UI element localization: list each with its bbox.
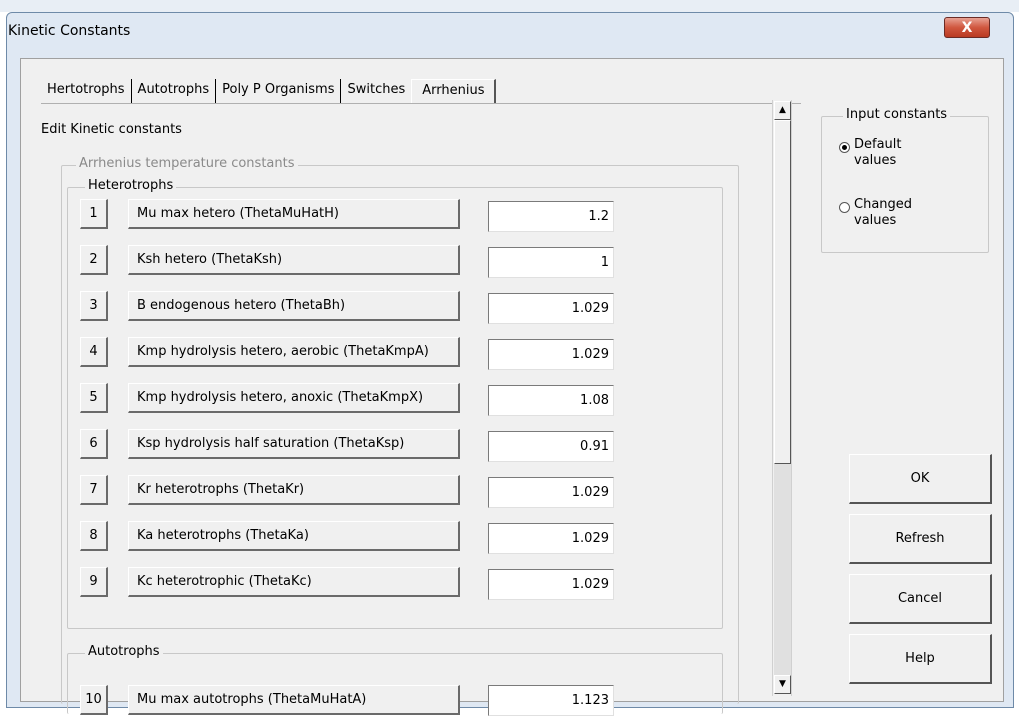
constant-value-field[interactable]: 1.2: [488, 201, 614, 232]
row-number-button[interactable]: 1: [80, 199, 108, 229]
default-values-radio[interactable]: [839, 142, 850, 153]
tab-autotrophs[interactable]: Autotrophs: [132, 79, 217, 103]
arrhenius-group-label: Arrhenius temperature constants: [76, 156, 298, 171]
default-values-option[interactable]: Default values: [839, 137, 902, 169]
scroll-thumb[interactable]: [774, 120, 791, 464]
row-number-button[interactable]: 7: [80, 475, 108, 505]
tab-arrhenius[interactable]: Arrhenius: [411, 79, 497, 103]
close-button[interactable]: X: [944, 17, 990, 38]
vertical-scrollbar[interactable]: ▲ ▼: [772, 100, 792, 696]
default-values-label-line2: values: [854, 153, 897, 168]
dialog-title: Kinetic Constants: [8, 23, 131, 39]
cancel-button[interactable]: Cancel: [849, 574, 992, 624]
row-number-button[interactable]: 9: [80, 567, 108, 597]
row-number-button[interactable]: 8: [80, 521, 108, 551]
changed-values-radio[interactable]: [839, 202, 850, 213]
default-values-label: Default: [854, 137, 902, 152]
heterotrophs-group-label: Heterotrophs: [85, 178, 177, 193]
constant-name-button[interactable]: Mu max hetero (ThetaMuHatH): [128, 199, 460, 229]
tab-hertotrophs[interactable]: Hertotrophs: [41, 79, 132, 103]
constant-value-field[interactable]: 1.029: [488, 477, 614, 508]
help-button[interactable]: Help: [849, 634, 992, 684]
constant-value-field[interactable]: 1.029: [488, 569, 614, 600]
constant-value-field[interactable]: 0.91: [488, 431, 614, 462]
row-number-button[interactable]: 5: [80, 383, 108, 413]
constant-value-field[interactable]: 1.029: [488, 339, 614, 370]
desktop-background: [0, 0, 1019, 12]
constant-name-button[interactable]: Ksp hydrolysis half saturation (ThetaKsp…: [128, 429, 460, 459]
constant-name-button[interactable]: Kmp hydrolysis hetero, aerobic (ThetaKmp…: [128, 337, 460, 367]
row-number-button[interactable]: 4: [80, 337, 108, 367]
constant-value-field[interactable]: 1.029: [488, 523, 614, 554]
constant-name-button[interactable]: Ka heterotrophs (ThetaKa): [128, 521, 460, 551]
tab-divider: [41, 103, 801, 104]
changed-values-label: Changed: [854, 197, 913, 212]
changed-values-label-line2: values: [854, 213, 897, 228]
constant-name-button[interactable]: Kmp hydrolysis hetero, anoxic (ThetaKmpX…: [128, 383, 460, 413]
constant-name-button[interactable]: Mu max autotrophs (ThetaMuHatA): [128, 685, 460, 715]
row-number-button[interactable]: 6: [80, 429, 108, 459]
tab-strip: Hertotrophs Autotrophs Poly P Organisms …: [41, 79, 497, 103]
edit-kinetic-label: Edit Kinetic constants: [41, 122, 182, 137]
constant-name-button[interactable]: Kr heterotrophs (ThetaKr): [128, 475, 460, 505]
constant-value-field[interactable]: 1.123: [488, 685, 614, 716]
refresh-button[interactable]: Refresh: [849, 514, 992, 564]
constant-value-field[interactable]: 1: [488, 247, 614, 278]
changed-values-option[interactable]: Changed values: [839, 197, 912, 229]
constant-name-button[interactable]: B endogenous hetero (ThetaBh): [128, 291, 460, 321]
input-constants-label: Input constants: [843, 107, 951, 122]
dialog-client-area: Hertotrophs Autotrophs Poly P Organisms …: [20, 58, 1004, 716]
scroll-down-arrow-icon[interactable]: ▼: [774, 675, 791, 694]
ok-button[interactable]: OK: [849, 454, 992, 504]
tab-switches[interactable]: Switches: [341, 79, 411, 103]
autotrophs-group-label: Autotrophs: [85, 644, 163, 659]
row-number-button[interactable]: 10: [80, 685, 108, 715]
constant-value-field[interactable]: 1.08: [488, 385, 614, 416]
constant-name-button[interactable]: Kc heterotrophic (ThetaKc): [128, 567, 460, 597]
constant-value-field[interactable]: 1.029: [488, 293, 614, 324]
scroll-up-arrow-icon[interactable]: ▲: [774, 101, 791, 120]
row-number-button[interactable]: 2: [80, 245, 108, 275]
constant-name-button[interactable]: Ksh hetero (ThetaKsh): [128, 245, 460, 275]
tab-poly-p-organisms[interactable]: Poly P Organisms: [216, 79, 342, 103]
row-number-button[interactable]: 3: [80, 291, 108, 321]
scroll-track[interactable]: [774, 464, 791, 675]
